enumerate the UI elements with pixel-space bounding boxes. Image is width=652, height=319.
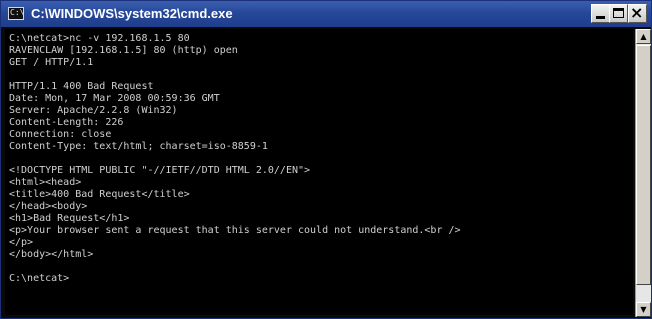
console-line: GET / HTTP/1.1	[9, 57, 94, 68]
window-title: C:\WINDOWS\system32\cmd.exe	[31, 6, 233, 21]
minimize-icon	[596, 16, 605, 19]
scroll-down-arrow-icon[interactable]: ▼	[636, 302, 651, 317]
scroll-thumb[interactable]	[636, 45, 651, 285]
cmd-window: C:\ C:\WINDOWS\system32\cmd.exe × C:\net…	[0, 0, 652, 319]
console-line: Content-Type: text/html; charset=iso-885…	[9, 141, 268, 152]
console-line: Content-Length: 226	[9, 117, 124, 128]
vertical-scrollbar[interactable]: ▲ ▼	[635, 29, 651, 317]
console-line: <p>Your browser sent a request that this…	[9, 225, 461, 236]
console-line: <html><head>	[9, 177, 82, 188]
console-line: HTTP/1.1 400 Bad Request	[9, 81, 154, 92]
console-line: </body></html>	[9, 249, 94, 260]
scroll-up-arrow-icon[interactable]: ▲	[636, 29, 651, 44]
console-line: Date: Mon, 17 Mar 2008 00:59:36 GMT	[9, 93, 220, 104]
console-line: <h1>Bad Request</h1>	[9, 213, 130, 224]
console-line: C:\netcat>	[9, 273, 70, 284]
console-line: </head><body>	[9, 201, 88, 212]
close-button[interactable]: ×	[628, 3, 647, 23]
console-line: <title>400 Bad Request</title>	[9, 189, 190, 200]
title-bar[interactable]: C:\ C:\WINDOWS\system32\cmd.exe ×	[1, 1, 651, 27]
console-line: Server: Apache/2.2.8 (Win32)	[9, 105, 178, 116]
console-text: C:\netcat>nc -v 192.168.1.5 80 RAVENCLAW…	[9, 33, 633, 285]
console-line: </p>	[9, 237, 34, 248]
console-output[interactable]: C:\netcat>nc -v 192.168.1.5 80 RAVENCLAW…	[5, 29, 633, 315]
maximize-icon	[613, 8, 624, 18]
close-icon: ×	[630, 3, 644, 22]
cmd-icon-text: C:\	[10, 8, 25, 17]
console-line: <!DOCTYPE HTML PUBLIC "-//IETF//DTD HTML…	[9, 165, 311, 176]
maximize-button[interactable]	[609, 4, 628, 23]
console-line: C:\netcat>nc -v 192.168.1.5 80	[9, 33, 190, 44]
console-line: Connection: close	[9, 129, 112, 140]
minimize-button[interactable]	[591, 4, 610, 23]
cmd-icon[interactable]: C:\	[8, 7, 24, 20]
console-line: RAVENCLAW [192.168.1.5] 80 (http) open	[9, 45, 238, 56]
